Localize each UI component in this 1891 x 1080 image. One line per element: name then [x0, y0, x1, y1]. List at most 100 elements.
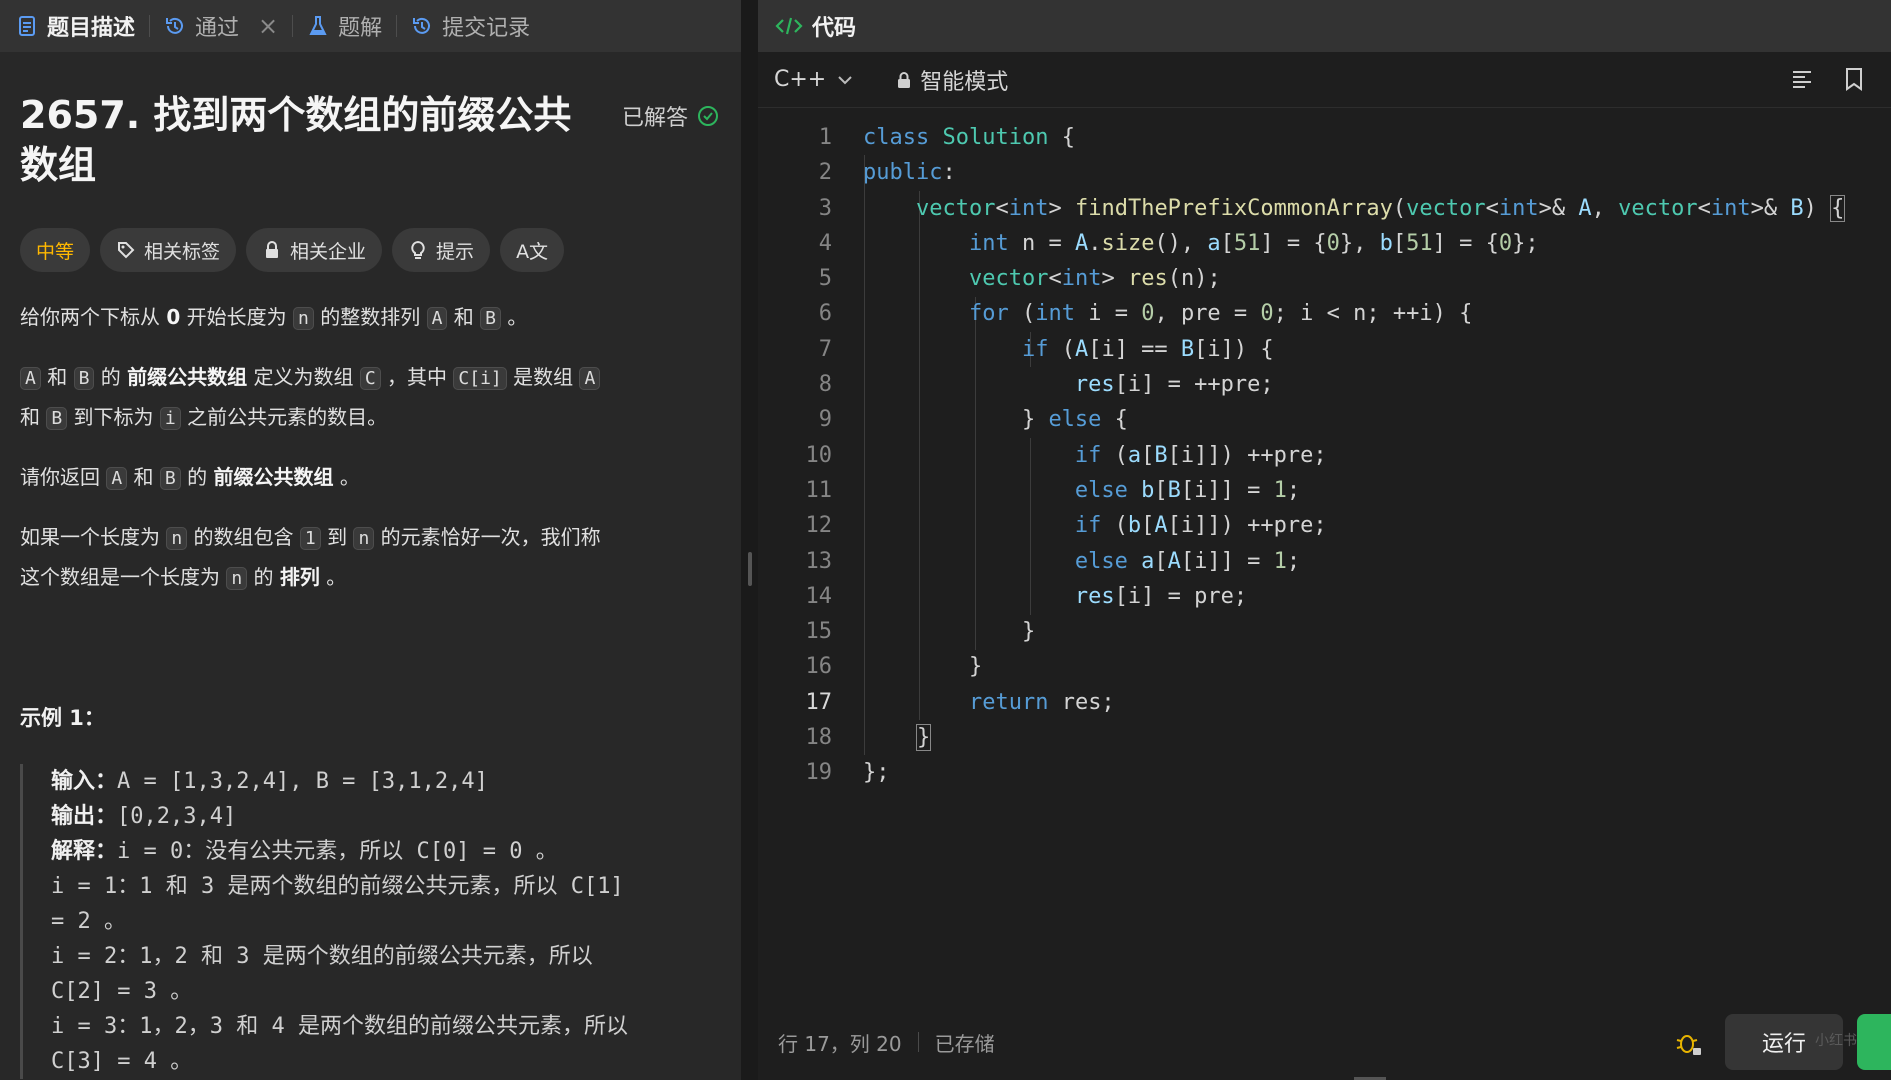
explanation-label: 解释： [51, 839, 118, 864]
lightbulb-icon [411, 240, 425, 259]
inline-code: 1 [299, 527, 321, 550]
inline-code: A [20, 367, 41, 390]
problem-tabs: 题目描述 通过 × 题解 提交记录 [0, 0, 741, 52]
explanation-line: i = 2：1，2 和 3 是两个数组的前缀公共元素，所以 [51, 944, 593, 969]
code-text: } [863, 619, 1036, 645]
text: 到下标为 [67, 405, 160, 429]
text: 到 [320, 525, 354, 549]
line-number: 19 [805, 760, 833, 786]
inline-code: A [426, 307, 448, 330]
text: 。 [319, 565, 347, 589]
splitter-handle[interactable] [748, 552, 752, 586]
related-tags-button[interactable]: 相关标签 [100, 228, 237, 272]
code-line: 15 } [758, 614, 1891, 649]
code-text: vector<int> findThePrefixCommonArray(vec… [915, 194, 1846, 222]
panel-splitter[interactable] [741, 0, 758, 1080]
inline-code: n [226, 567, 248, 590]
inline-code: n [166, 527, 188, 550]
line-number: 10 [805, 442, 833, 468]
code-line: 4 int n = A.size(), a[51] = {0}, b[51] =… [758, 226, 1891, 261]
code-tab-label[interactable]: 代码 [812, 10, 856, 42]
language-select[interactable]: C++ [774, 67, 854, 92]
code-line-current: 17 return res; [758, 685, 1891, 720]
code-text: if (A[i] == B[i]) { [1021, 336, 1274, 362]
example-input: 输入：A = [1,3,2,4], B = [3,1,2,4] [51, 764, 720, 799]
submit-button[interactable] [1857, 1014, 1891, 1070]
translate-icon: A文 [516, 240, 549, 263]
title-row: 2657. 找到两个数组的前缀公共数组 已解答 [20, 52, 720, 202]
tab-description[interactable]: 题目描述 [16, 0, 135, 52]
example-output: 输出：[0,2,3,4] [51, 799, 720, 834]
flask-icon [307, 15, 329, 37]
problem-content: 2657. 找到两个数组的前缀公共数组 已解答 中等 相关标签 相关企业 提示 … [20, 52, 720, 1079]
tab-description-label: 题目描述 [47, 16, 136, 41]
line-number: 12 [805, 513, 833, 539]
line-number: 17 [805, 689, 833, 715]
text: ，其中 [380, 365, 454, 389]
code-text: else b[B[i]] = 1; [1074, 477, 1301, 503]
save-status: 已存储 [934, 1031, 995, 1056]
hint-button[interactable]: 提示 [392, 228, 491, 272]
example-block: 输入：A = [1,3,2,4], B = [3,1,2,4] 输出：[0,2,… [20, 764, 720, 1079]
difficulty-badge: 中等 [20, 228, 91, 272]
text: 和 [447, 305, 481, 329]
text: 的数组包含 [187, 525, 300, 549]
problem-title[interactable]: 2657. 找到两个数组的前缀公共数组 [20, 90, 580, 190]
problem-panel: 题目描述 通过 × 题解 提交记录 2657. 找到两个数组的前缀公共数组 已解… [0, 0, 741, 1080]
format-icon[interactable] [1789, 66, 1815, 92]
text: 给你两个下标从 [20, 305, 167, 329]
tab-accepted[interactable]: 通过 × [164, 0, 278, 52]
tag-pills: 中等 相关标签 相关企业 提示 A文 [20, 228, 720, 272]
language-label: C++ [774, 67, 827, 92]
description-paragraph: 给你两个下标从 0 开始长度为 n 的整数排列 A 和 B 。 [20, 298, 720, 338]
code-text: if (b[A[i]]) ++pre; [1074, 513, 1327, 539]
tab-divider [149, 15, 151, 37]
code-line: 3 vector<int> findThePrefixCommonArray(v… [758, 191, 1891, 226]
code-text: } [863, 654, 983, 680]
tab-solutions[interactable]: 题解 [307, 0, 382, 52]
line-number: 5 [818, 266, 832, 292]
related-tags-label: 相关标签 [144, 240, 221, 263]
code-text: public: [863, 160, 956, 186]
code-text: class Solution { [863, 125, 1075, 150]
text: 和 [40, 365, 74, 389]
explanation-line: i = 0：没有公共元素，所以 C[0] = 0 。 [117, 839, 558, 864]
code-line: 16 } [758, 649, 1891, 684]
inline-code: A [106, 467, 128, 490]
editor-mode[interactable]: 智能模式 [896, 64, 1008, 96]
inline-code: B [73, 367, 95, 390]
text: 这个数组是一个长度为 [20, 565, 227, 589]
line-number: 14 [805, 583, 833, 609]
chevron-down-icon [838, 75, 852, 84]
editor-actions [1789, 66, 1867, 92]
history-icon [411, 15, 433, 37]
code-line: 18 } [758, 720, 1891, 755]
input-value: A = [1,3,2,4], B = [3,1,2,4] [117, 769, 488, 794]
text: 的元素恰好一次，我们称 [374, 525, 601, 549]
inline-code: B [159, 467, 181, 490]
line-number: 7 [818, 336, 832, 362]
translate-button[interactable]: A文 [500, 228, 565, 272]
code-line: 10 if (a[B[i]]) ++pre; [758, 438, 1891, 473]
close-icon[interactable]: × [258, 14, 278, 38]
text: 的 [247, 565, 280, 589]
text: 。 [333, 465, 360, 489]
explanation-line: i = 1：1 和 3 是两个数组的前缀公共元素，所以 C[1] [51, 874, 624, 899]
text: 请你返回 [20, 465, 107, 489]
code-editor[interactable]: 1 class Solution { 2 public: 3 vector<int>… [758, 120, 1891, 791]
description-paragraph: A 和 B 的 前缀公共数组 定义为数组 C ，其中 C[i] 是数组 A和 B… [20, 358, 720, 438]
editor-toolbar: C++ 智能模式 [758, 52, 1891, 108]
inline-code: C [359, 367, 381, 390]
tag-icon [118, 242, 135, 259]
mode-label: 智能模式 [920, 69, 1009, 95]
bold-text: 0 [166, 305, 181, 329]
output-label: 输出： [51, 804, 118, 829]
line-number: 4 [818, 230, 832, 256]
related-companies-button[interactable]: 相关企业 [246, 228, 383, 272]
debug-icon[interactable] [1674, 1028, 1704, 1058]
bookmark-icon[interactable] [1841, 66, 1867, 92]
inline-code: B [46, 407, 68, 430]
line-number: 3 [818, 195, 832, 221]
tab-submissions[interactable]: 提交记录 [411, 0, 530, 52]
text: 是数组 [506, 365, 580, 389]
